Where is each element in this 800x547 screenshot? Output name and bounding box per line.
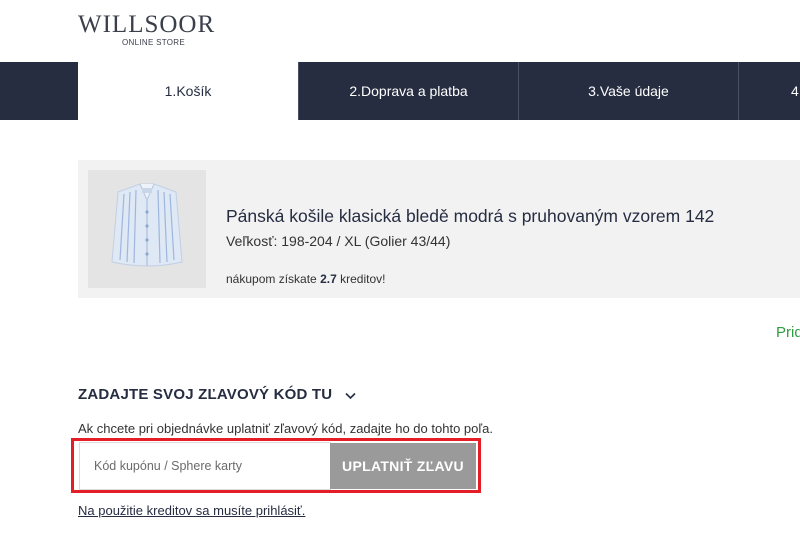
- step-your-details[interactable]: 3.Vaše údaje: [518, 62, 738, 120]
- product-size: Veľkosť: 198-204 / XL (Golier 43/44): [226, 233, 451, 249]
- logo-wordmark: WILLSOOR: [78, 11, 216, 38]
- add-link[interactable]: Prid: [776, 324, 800, 341]
- credit-value: 2.7: [320, 272, 337, 286]
- shirt-image: [88, 170, 206, 288]
- product-credit-note: nákupom získate 2.7 kreditov!: [226, 272, 385, 286]
- discount-heading[interactable]: ZADAJTE SVOJ ZĽAVOVÝ KÓD TU: [78, 386, 356, 404]
- step-summary[interactable]: 4: [738, 62, 800, 120]
- chevron-down-icon: [345, 387, 356, 404]
- logo[interactable]: WILLSOOR ONLINE STORE: [78, 11, 216, 48]
- cart-item: Pánská košile klasická bledě modrá s pru…: [78, 160, 800, 298]
- credit-suffix: kreditov!: [340, 272, 386, 286]
- discount-description: Ak chcete pri objednávke uplatniť zľavov…: [78, 421, 493, 436]
- step-shipping-payment[interactable]: 2.Doprava a platba: [298, 62, 518, 120]
- product-title[interactable]: Pánská košile klasická bledě modrá s pru…: [226, 206, 714, 227]
- login-for-credits-link[interactable]: Na použitie kreditov sa musíte prihlásiť…: [78, 503, 305, 518]
- coupon-input[interactable]: [79, 442, 331, 490]
- discount-heading-label: ZADAJTE SVOJ ZĽAVOVÝ KÓD TU: [78, 386, 333, 403]
- product-image[interactable]: [88, 170, 206, 288]
- credit-prefix: nákupom získate: [226, 272, 317, 286]
- step-cart[interactable]: 1.Košík: [78, 62, 298, 120]
- logo-subtitle: ONLINE STORE: [122, 38, 186, 47]
- apply-discount-button[interactable]: UPLATNIŤ ZĽAVU: [330, 443, 476, 489]
- checkout-steps: 1.Košík 2.Doprava a platba 3.Vaše údaje …: [0, 62, 800, 120]
